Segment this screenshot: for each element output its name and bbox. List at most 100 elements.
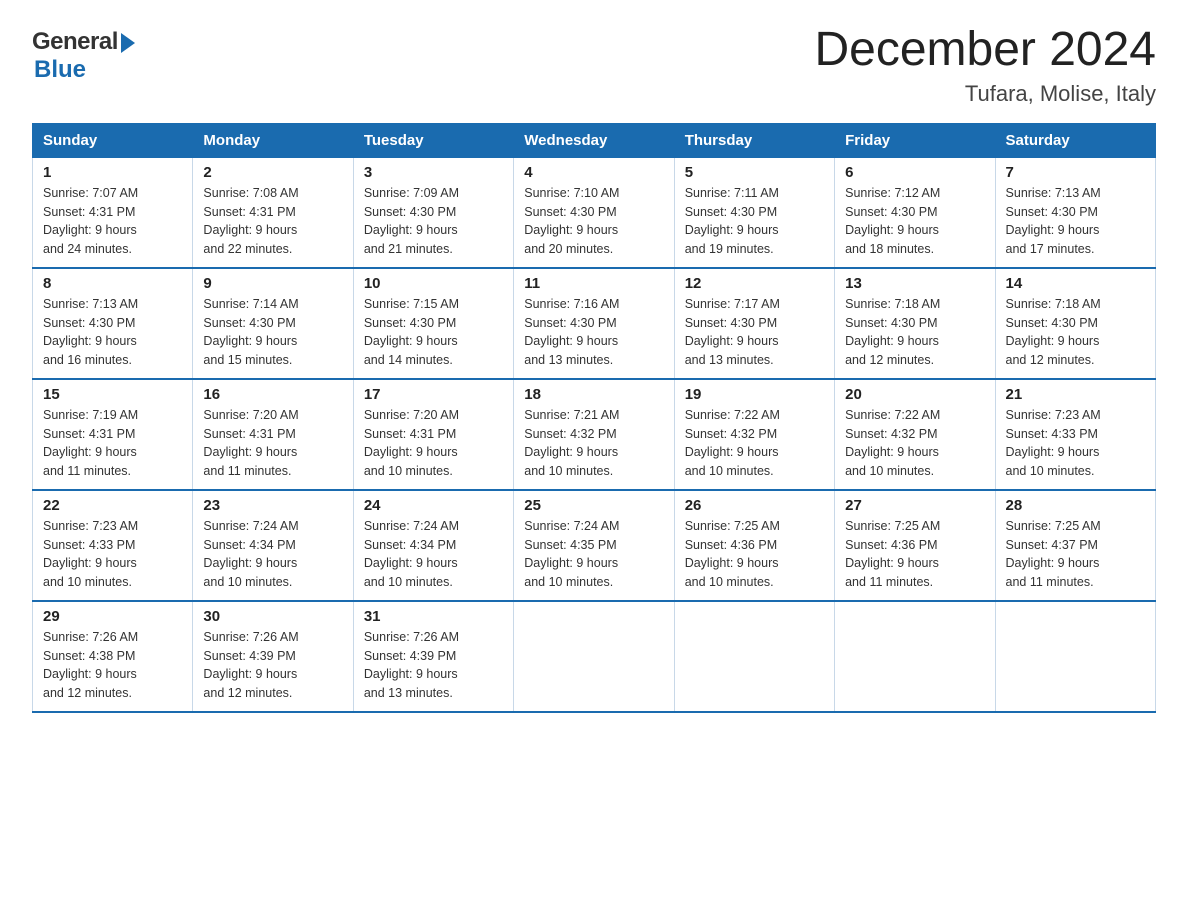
col-tuesday: Tuesday: [353, 123, 513, 157]
table-row: 6Sunrise: 7:12 AMSunset: 4:30 PMDaylight…: [835, 157, 995, 268]
table-row: 12Sunrise: 7:17 AMSunset: 4:30 PMDayligh…: [674, 268, 834, 379]
day-info: Sunrise: 7:25 AMSunset: 4:37 PMDaylight:…: [1006, 517, 1145, 592]
logo-blue-text: Blue: [34, 56, 135, 84]
day-number: 16: [203, 386, 342, 403]
table-row: 3 Sunrise: 7:09 AMSunset: 4:30 PMDaylight…: [353, 157, 513, 268]
day-number: 20: [845, 386, 984, 403]
table-row: 8 Sunrise: 7:13 AMSunset: 4:30 PMDaylight…: [33, 268, 193, 379]
table-row: 19 Sunrise: 7:22 AMSunset: 4:32 PMDayligh…: [674, 379, 834, 490]
table-row: 28 Sunrise: 7:25 AMSunset: 4:37 PMDayligh…: [995, 490, 1155, 601]
day-number: 25: [524, 497, 663, 514]
col-wednesday: Wednesday: [514, 123, 674, 157]
day-number: 15: [43, 386, 182, 403]
day-info: Sunrise: 7:26 AMSunset: 4:39 PMDaylight:…: [203, 628, 342, 703]
table-row: 31 Sunrise: 7:26 AMSunset: 4:39 PMDayligh…: [353, 601, 513, 712]
day-info: Sunrise: 7:19 AMSunset: 4:31 PMDaylight:…: [43, 406, 182, 481]
table-row: 5 Sunrise: 7:11 AMSunset: 4:30 PMDaylight…: [674, 157, 834, 268]
logo-general-text: General: [32, 28, 118, 56]
day-number: 3: [364, 164, 503, 181]
table-row: 4Sunrise: 7:10 AMSunset: 4:30 PMDaylight…: [514, 157, 674, 268]
day-info: Sunrise: 7:18 AMSunset: 4:30 PMDaylight:…: [1006, 295, 1145, 370]
day-number: 7: [1006, 164, 1145, 181]
table-row: 1 Sunrise: 7:07 AMSunset: 4:31 PMDaylight…: [33, 157, 193, 268]
table-row: 23 Sunrise: 7:24 AMSunset: 4:34 PMDayligh…: [193, 490, 353, 601]
calendar-week-row: 22 Sunrise: 7:23 AMSunset: 4:33 PMDayligh…: [33, 490, 1156, 601]
col-saturday: Saturday: [995, 123, 1155, 157]
day-number: 28: [1006, 497, 1145, 514]
day-info: Sunrise: 7:21 AMSunset: 4:32 PMDaylight:…: [524, 406, 663, 481]
table-row: [995, 601, 1155, 712]
day-info: Sunrise: 7:18 AMSunset: 4:30 PMDaylight:…: [845, 295, 984, 370]
day-number: 5: [685, 164, 824, 181]
calendar-header-row: Sunday Monday Tuesday Wednesday Thursday…: [33, 123, 1156, 157]
logo-arrow-icon: [121, 33, 135, 53]
month-year-title: December 2024: [814, 24, 1156, 77]
day-info: Sunrise: 7:14 AMSunset: 4:30 PMDaylight:…: [203, 295, 342, 370]
day-info: Sunrise: 7:20 AMSunset: 4:31 PMDaylight:…: [203, 406, 342, 481]
day-info: Sunrise: 7:26 AMSunset: 4:39 PMDaylight:…: [364, 628, 503, 703]
table-row: 26Sunrise: 7:25 AMSunset: 4:36 PMDayligh…: [674, 490, 834, 601]
day-number: 9: [203, 275, 342, 292]
table-row: 10Sunrise: 7:15 AMSunset: 4:30 PMDayligh…: [353, 268, 513, 379]
table-row: [835, 601, 995, 712]
day-info: Sunrise: 7:10 AMSunset: 4:30 PMDaylight:…: [524, 184, 663, 259]
day-info: Sunrise: 7:11 AMSunset: 4:30 PMDaylight:…: [685, 184, 824, 259]
day-number: 11: [524, 275, 663, 292]
calendar-week-row: 1 Sunrise: 7:07 AMSunset: 4:31 PMDaylight…: [33, 157, 1156, 268]
table-row: 15 Sunrise: 7:19 AMSunset: 4:31 PMDayligh…: [33, 379, 193, 490]
day-number: 22: [43, 497, 182, 514]
day-number: 14: [1006, 275, 1145, 292]
day-number: 13: [845, 275, 984, 292]
calendar-week-row: 15 Sunrise: 7:19 AMSunset: 4:31 PMDayligh…: [33, 379, 1156, 490]
day-info: Sunrise: 7:13 AMSunset: 4:30 PMDaylight:…: [43, 295, 182, 370]
day-number: 18: [524, 386, 663, 403]
table-row: 29Sunrise: 7:26 AMSunset: 4:38 PMDayligh…: [33, 601, 193, 712]
day-number: 17: [364, 386, 503, 403]
day-info: Sunrise: 7:24 AMSunset: 4:34 PMDaylight:…: [203, 517, 342, 592]
logo: General Blue: [32, 28, 135, 84]
table-row: 7 Sunrise: 7:13 AMSunset: 4:30 PMDaylight…: [995, 157, 1155, 268]
day-info: Sunrise: 7:24 AMSunset: 4:35 PMDaylight:…: [524, 517, 663, 592]
day-info: Sunrise: 7:15 AMSunset: 4:30 PMDaylight:…: [364, 295, 503, 370]
day-info: Sunrise: 7:24 AMSunset: 4:34 PMDaylight:…: [364, 517, 503, 592]
title-block: December 2024 Tufara, Molise, Italy: [814, 24, 1156, 107]
col-monday: Monday: [193, 123, 353, 157]
day-number: 2: [203, 164, 342, 181]
table-row: 11 Sunrise: 7:16 AMSunset: 4:30 PMDayligh…: [514, 268, 674, 379]
table-row: 20Sunrise: 7:22 AMSunset: 4:32 PMDayligh…: [835, 379, 995, 490]
day-number: 31: [364, 608, 503, 625]
table-row: 27Sunrise: 7:25 AMSunset: 4:36 PMDayligh…: [835, 490, 995, 601]
table-row: 21Sunrise: 7:23 AMSunset: 4:33 PMDayligh…: [995, 379, 1155, 490]
day-info: Sunrise: 7:13 AMSunset: 4:30 PMDaylight:…: [1006, 184, 1145, 259]
day-number: 27: [845, 497, 984, 514]
day-number: 30: [203, 608, 342, 625]
calendar-table: Sunday Monday Tuesday Wednesday Thursday…: [32, 123, 1156, 713]
day-number: 1: [43, 164, 182, 181]
day-info: Sunrise: 7:23 AMSunset: 4:33 PMDaylight:…: [43, 517, 182, 592]
table-row: 2Sunrise: 7:08 AMSunset: 4:31 PMDaylight…: [193, 157, 353, 268]
page-header: General Blue December 2024 Tufara, Molis…: [32, 24, 1156, 107]
table-row: 9 Sunrise: 7:14 AMSunset: 4:30 PMDaylight…: [193, 268, 353, 379]
table-row: [514, 601, 674, 712]
day-number: 19: [685, 386, 824, 403]
day-info: Sunrise: 7:23 AMSunset: 4:33 PMDaylight:…: [1006, 406, 1145, 481]
table-row: 22 Sunrise: 7:23 AMSunset: 4:33 PMDayligh…: [33, 490, 193, 601]
day-info: Sunrise: 7:09 AMSunset: 4:30 PMDaylight:…: [364, 184, 503, 259]
table-row: 24Sunrise: 7:24 AMSunset: 4:34 PMDayligh…: [353, 490, 513, 601]
table-row: 30 Sunrise: 7:26 AMSunset: 4:39 PMDayligh…: [193, 601, 353, 712]
col-sunday: Sunday: [33, 123, 193, 157]
day-info: Sunrise: 7:17 AMSunset: 4:30 PMDaylight:…: [685, 295, 824, 370]
day-info: Sunrise: 7:25 AMSunset: 4:36 PMDaylight:…: [685, 517, 824, 592]
table-row: 13 Sunrise: 7:18 AMSunset: 4:30 PMDayligh…: [835, 268, 995, 379]
day-number: 8: [43, 275, 182, 292]
day-number: 23: [203, 497, 342, 514]
table-row: 25 Sunrise: 7:24 AMSunset: 4:35 PMDayligh…: [514, 490, 674, 601]
day-info: Sunrise: 7:07 AMSunset: 4:31 PMDaylight:…: [43, 184, 182, 259]
day-info: Sunrise: 7:20 AMSunset: 4:31 PMDaylight:…: [364, 406, 503, 481]
day-number: 6: [845, 164, 984, 181]
table-row: 14 Sunrise: 7:18 AMSunset: 4:30 PMDayligh…: [995, 268, 1155, 379]
day-info: Sunrise: 7:16 AMSunset: 4:30 PMDaylight:…: [524, 295, 663, 370]
table-row: 17 Sunrise: 7:20 AMSunset: 4:31 PMDayligh…: [353, 379, 513, 490]
location-subtitle: Tufara, Molise, Italy: [814, 81, 1156, 107]
day-info: Sunrise: 7:22 AMSunset: 4:32 PMDaylight:…: [685, 406, 824, 481]
